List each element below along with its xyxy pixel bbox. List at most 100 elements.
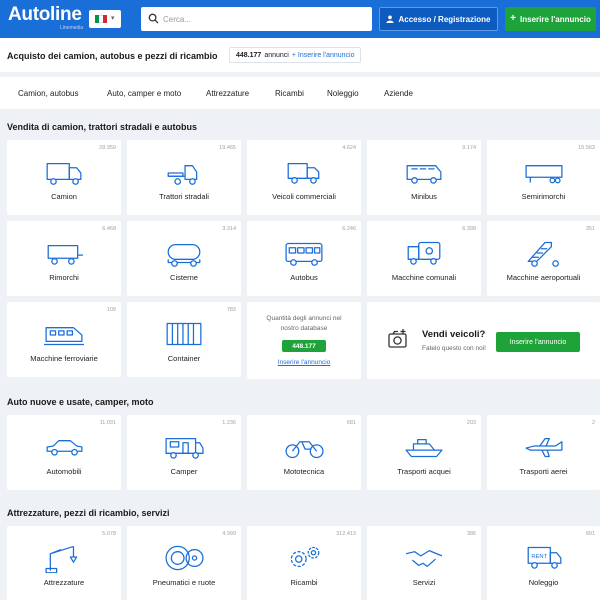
tab-cars-campers-moto[interactable]: Auto, camper e moto <box>107 89 181 98</box>
truck-icon <box>44 157 84 187</box>
login-button[interactable]: Accesso / Registrazione <box>379 7 498 31</box>
category-label: Automobili <box>46 467 82 476</box>
tire-icon <box>164 543 204 573</box>
category-card-minibus[interactable]: 9.174 Minibus <box>367 140 481 215</box>
logo-subtitle: Linemedia <box>60 25 84 31</box>
airport-stairs-icon <box>524 238 564 268</box>
semitrailer-icon <box>524 157 564 187</box>
category-card-tire[interactable]: 4.999 Pneumatici e ruote <box>127 526 241 600</box>
tab-equipment[interactable]: Attrezzature <box>206 89 249 98</box>
category-label: Trasporti acquei <box>397 467 451 476</box>
minibus-icon <box>404 157 444 187</box>
category-count: 203 <box>466 420 476 426</box>
tab-companies[interactable]: Aziende <box>384 89 413 98</box>
category-label: Veicoli commerciali <box>272 192 336 201</box>
search-input[interactable] <box>163 11 363 27</box>
category-count: 351 <box>585 226 595 232</box>
italy-flag-icon <box>95 15 107 23</box>
category-label: Semirimorchi <box>521 192 566 201</box>
category-card-car[interactable]: 11.091 Automobili <box>7 415 121 490</box>
search-icon <box>148 13 159 24</box>
train-icon <box>44 319 84 349</box>
category-card-truck[interactable]: 28.959 Camion <box>7 140 121 215</box>
search-box[interactable] <box>141 7 372 31</box>
category-card-trailer[interactable]: 6.468 Rimorchi <box>7 221 121 296</box>
section-title-trucks: Vendita di camion, trattori stradali e a… <box>7 122 198 132</box>
category-count: 3.314 <box>222 226 236 232</box>
category-count: 4.999 <box>222 531 236 537</box>
listing-count-badge: 448.177 annunci + Inserire l'annuncio <box>229 47 362 63</box>
rent-badge-text: RENT <box>531 554 547 560</box>
add-listing-link[interactable]: + Inserire l'annuncio <box>292 52 355 59</box>
add-listing-button[interactable]: + Inserire l'annuncio <box>505 7 596 31</box>
category-card-boat[interactable]: 203 Trasporti acquei <box>367 415 481 490</box>
crane-icon <box>44 543 84 574</box>
category-count: 6.246 <box>342 226 356 232</box>
category-card-camper[interactable]: 1.236 Camper <box>127 415 241 490</box>
category-card-crane[interactable]: 5.078 Attrezzature <box>7 526 121 600</box>
category-card-motorcycle[interactable]: 681 Mototecnica <box>247 415 361 490</box>
bus-icon <box>284 238 324 268</box>
user-icon <box>386 15 395 23</box>
van-truck-icon <box>284 157 324 187</box>
category-count: 386 <box>466 531 476 537</box>
category-card-tractor-unit[interactable]: 19.465 Trattori stradali <box>127 140 241 215</box>
motorcycle-icon <box>284 432 324 462</box>
database-count-card: Quantità degli annunci nel nostro databa… <box>247 302 361 379</box>
database-add-link[interactable]: Inserire l'annuncio <box>247 359 361 366</box>
category-count: 4.624 <box>342 145 356 151</box>
add-listing-label: Inserire l'annuncio <box>520 14 591 24</box>
category-card-plane[interactable]: 2 Trasporti aerei <box>487 415 600 490</box>
category-card-airport-stairs[interactable]: 351 Macchine aeroportuali <box>487 221 600 296</box>
category-count: 15.563 <box>578 145 595 151</box>
category-count: 6.398 <box>462 226 476 232</box>
category-count: 783 <box>226 307 236 313</box>
logo[interactable]: Autoline <box>8 5 82 24</box>
category-label: Trasporti aerei <box>519 467 568 476</box>
category-label: Mototecnica <box>283 467 325 476</box>
category-label: Autobus <box>290 273 318 282</box>
category-card-train[interactable]: 109 Macchine ferroviarie <box>7 302 121 377</box>
category-card-gears[interactable]: 312.413 Ricambi <box>247 526 361 600</box>
category-label: Camper <box>170 467 198 476</box>
chevron-down-icon: ▾ <box>111 15 115 22</box>
category-card-van-truck[interactable]: 4.624 Veicoli commerciali <box>247 140 361 215</box>
category-count: 891 <box>585 531 595 537</box>
sell-title: Vendi veicoli? <box>422 329 486 340</box>
rent-truck-icon: RENT <box>524 543 564 573</box>
category-card-bus[interactable]: 6.246 Autobus <box>247 221 361 296</box>
handshake-icon <box>404 543 444 573</box>
sell-subtitle: Fatelo questo con noi! <box>422 345 486 352</box>
tab-trucks-buses[interactable]: Camion, autobus <box>18 89 78 98</box>
database-count: 448.177 <box>282 340 326 352</box>
category-label: Attrezzature <box>43 578 85 587</box>
sell-add-listing-button[interactable]: Inserire l'annuncio <box>496 332 580 352</box>
trailer-icon <box>44 238 84 268</box>
category-count: 9.174 <box>462 145 476 151</box>
category-count: 28.959 <box>99 145 116 151</box>
gears-icon <box>284 543 324 573</box>
category-count: 1.236 <box>222 420 236 426</box>
sell-vehicles-card: Vendi veicoli? Fatelo questo con noi! In… <box>367 302 600 379</box>
category-count: 5.078 <box>102 531 116 537</box>
category-label: Cisterne <box>170 273 198 282</box>
category-card-handshake[interactable]: 386 Servizi <box>367 526 481 600</box>
language-selector[interactable]: ▾ <box>89 10 121 28</box>
tab-rental[interactable]: Noleggio <box>327 89 359 98</box>
section-title-cars: Auto nuove e usate, camper, moto <box>7 397 154 407</box>
category-count: 6.468 <box>102 226 116 232</box>
category-label: Camion <box>51 192 77 201</box>
category-count: 2 <box>591 420 595 426</box>
category-card-municipal-vehicle[interactable]: 6.398 Macchine comunali <box>367 221 481 296</box>
tab-parts[interactable]: Ricambi <box>275 89 304 98</box>
camper-icon <box>164 432 204 462</box>
category-count: 681 <box>346 420 356 426</box>
header: Autoline Linemedia ▾ Accesso / Registraz… <box>0 0 600 38</box>
category-card-container[interactable]: 783 Container <box>127 302 241 377</box>
category-card-semitrailer[interactable]: 15.563 Semirimorchi <box>487 140 600 215</box>
category-card-rent-truck[interactable]: 891 RENT Noleggio <box>487 526 600 600</box>
category-count: 109 <box>106 307 116 313</box>
boat-icon <box>404 432 444 462</box>
category-count: 312.413 <box>336 531 356 537</box>
category-card-tanker[interactable]: 3.314 Cisterne <box>127 221 241 296</box>
